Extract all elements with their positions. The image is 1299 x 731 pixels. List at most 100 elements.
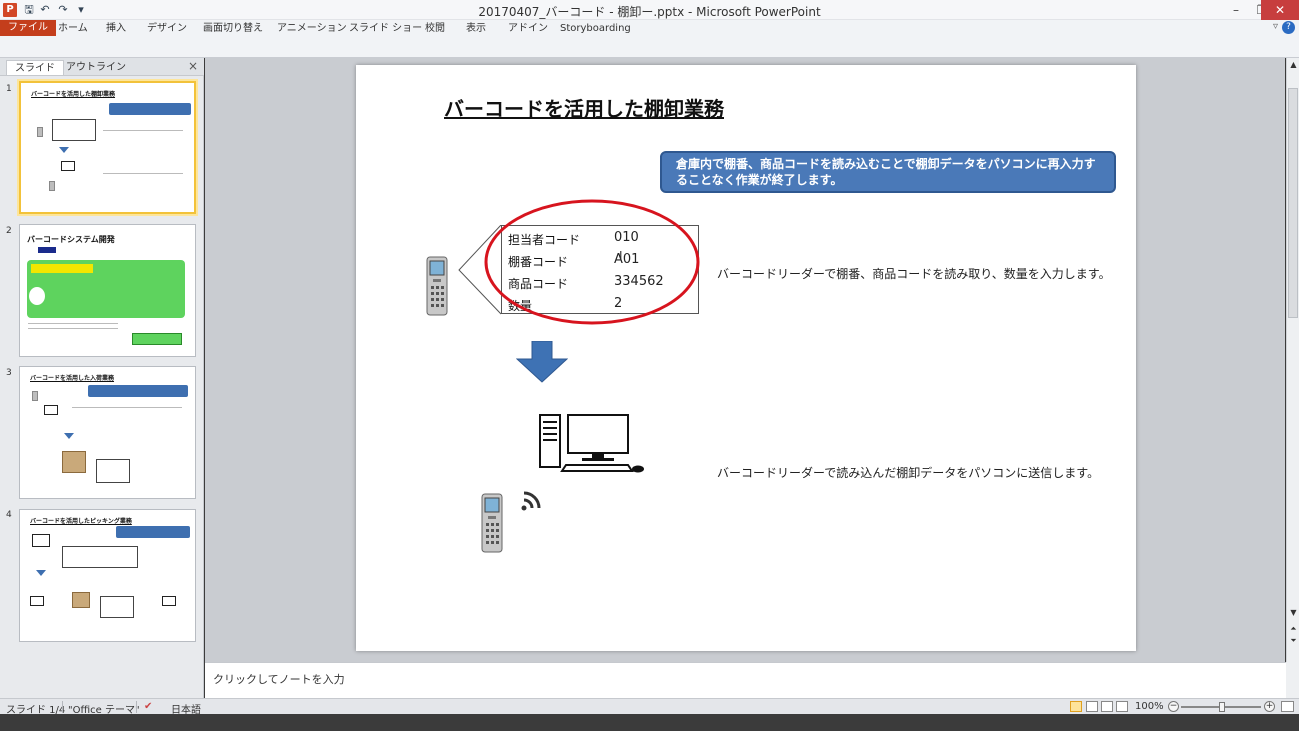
next-slide-icon[interactable]: ⏷ <box>1288 636 1299 646</box>
callout-box[interactable]: 倉庫内で棚番、商品コードを読み込むことで棚卸データをパソコンに再入力することなく… <box>660 151 1116 193</box>
view-reading-button[interactable] <box>1101 701 1113 712</box>
slide-canvas[interactable]: バーコードを活用した棚卸業務 倉庫内で棚番、商品コードを読み込むことで棚卸データ… <box>356 65 1136 651</box>
thumbnail-number: 2 <box>6 226 12 236</box>
notes-placeholder[interactable]: クリックしてノートを入力 <box>213 671 345 687</box>
thumbnail-text-line <box>72 407 182 408</box>
window-title: 20170407_バーコード - 棚卸ー.pptx - Microsoft Po… <box>478 5 821 19</box>
thumbnail-callout <box>116 526 190 538</box>
thumbnail-title: バーコードを活用したピッキング業務 <box>30 518 132 525</box>
description-scan[interactable]: バーコードリーダーで棚番、商品コードを読み取り、数量を入力します。 <box>717 265 1111 282</box>
proofing-icon[interactable]: ✔ <box>144 701 152 712</box>
tab-animations[interactable]: アニメーション <box>277 21 347 36</box>
thumbnail-table <box>96 459 130 483</box>
status-separator <box>136 701 137 713</box>
barcode-scanner-icon[interactable] <box>424 256 450 316</box>
status-bar: スライド 1/4 "Office テーマ" ✔ 日本語 100% − + <box>0 698 1299 716</box>
thumbnail-title: バーコードを活用した棚卸業務 <box>31 91 116 98</box>
title-bar: P 🖫 ↶ ↷ ▾ 20170407_バーコード - 棚卸ー.pptx - Mi… <box>0 0 1299 20</box>
box-icon <box>72 592 90 608</box>
slide-title[interactable]: バーコードを活用した棚卸業務 <box>444 93 724 122</box>
computer-icon <box>32 534 50 547</box>
panel-close-icon[interactable]: × <box>188 59 198 73</box>
thumbnail-callout <box>88 385 188 397</box>
tab-view[interactable]: 表示 <box>466 21 486 36</box>
thumbnail-text-line <box>103 173 183 174</box>
vertical-scrollbar[interactable]: ▲ ▼ ⏶ ⏷ <box>1286 58 1299 662</box>
company-logo-icon <box>38 247 56 253</box>
tab-file[interactable]: ファイル <box>0 20 56 36</box>
notes-scrollbar[interactable] <box>1286 662 1299 698</box>
computer-icon <box>44 405 58 415</box>
down-arrow-icon <box>64 433 74 439</box>
slide-editing-area: バーコードを活用した棚卸業務 倉庫内で棚番、商品コードを読み込むことで棚卸データ… <box>205 58 1285 662</box>
tab-home[interactable]: ホーム <box>58 21 88 36</box>
slide-thumbnail-3[interactable]: バーコードを活用した入荷業務 <box>19 366 196 499</box>
view-sorter-button[interactable] <box>1086 701 1098 712</box>
thumbnail-number: 1 <box>6 84 12 94</box>
box-icon <box>62 451 86 473</box>
tab-slideshow[interactable]: スライド ショー <box>349 21 422 36</box>
zoom-out-button[interactable]: − <box>1168 701 1179 712</box>
view-normal-button[interactable] <box>1070 701 1082 712</box>
person-icon <box>29 287 45 305</box>
zoom-level[interactable]: 100% <box>1135 701 1164 712</box>
tab-insert[interactable]: 挿入 <box>106 21 126 36</box>
tab-storyboarding[interactable]: Storyboarding <box>560 21 631 36</box>
powerpoint-window: P 🖫 ↶ ↷ ▾ 20170407_バーコード - 棚卸ー.pptx - Mi… <box>0 0 1299 731</box>
computer-icon <box>30 596 44 606</box>
fit-to-window-button[interactable] <box>1281 701 1294 712</box>
thumbnail-text-line <box>28 328 118 329</box>
tab-addins[interactable]: アドイン <box>508 21 548 36</box>
barcode-scanner-icon[interactable] <box>479 493 505 553</box>
notes-pane[interactable]: クリックしてノートを入力 <box>205 662 1286 698</box>
tab-outline[interactable]: アウトライン <box>58 60 134 75</box>
computer-icon <box>162 596 176 606</box>
tab-design[interactable]: デザイン <box>147 21 187 36</box>
scanner-icon <box>49 181 55 191</box>
thumbnail-table <box>100 596 134 618</box>
status-separator <box>62 701 63 713</box>
thumbnail-text-line <box>103 130 183 131</box>
previous-slide-icon[interactable]: ⏶ <box>1288 624 1299 634</box>
description-send[interactable]: バーコードリーダーで読み込んだ棚卸データをパソコンに送信します。 <box>717 464 1099 481</box>
tab-transitions[interactable]: 画面切り替え <box>203 21 263 36</box>
tab-slides[interactable]: スライド <box>6 60 64 75</box>
scroll-up-icon[interactable]: ▲ <box>1288 60 1299 69</box>
ribbon: ファイル ホーム 挿入 デザイン 画面切り替え アニメーション スライド ショー… <box>0 20 1299 58</box>
ribbon-collapse-icon[interactable]: ▿ <box>1273 21 1278 32</box>
thumbnail-callout <box>109 103 191 115</box>
slide-thumbnail-2[interactable]: バーコードシステム開発 <box>19 224 196 357</box>
computer-icon <box>61 161 75 171</box>
down-arrow-icon <box>59 147 69 153</box>
desktop-band <box>0 714 1299 731</box>
tab-review[interactable]: 校閲 <box>425 21 445 36</box>
thumbnail-table <box>52 119 96 141</box>
thumbnail-button <box>132 333 182 345</box>
minimize-button[interactable]: – <box>1222 0 1250 20</box>
thumbnail-title: バーコードシステム開発 <box>27 235 115 244</box>
thumbnail-number: 4 <box>6 510 12 520</box>
slide-thumbnail-panel: スライド アウトライン × 1 バーコードを活用した棚卸業務 2 バーコードシス… <box>0 58 204 698</box>
scroll-down-icon[interactable]: ▼ <box>1288 608 1299 617</box>
wireless-signal-icon[interactable] <box>521 485 547 511</box>
down-arrow-icon <box>36 570 46 576</box>
red-highlight-ellipse[interactable] <box>482 197 702 327</box>
ribbon-controls: ▿? <box>1273 21 1295 34</box>
close-button[interactable]: ✕ <box>1261 0 1299 20</box>
thumbnail-text-line <box>28 323 118 324</box>
thumbnail-number: 3 <box>6 368 12 378</box>
help-icon[interactable]: ? <box>1282 21 1295 34</box>
thumbnail-highlight <box>31 264 93 273</box>
slide-thumbnail-1[interactable]: バーコードを活用した棚卸業務 <box>19 81 196 214</box>
zoom-slider-handle[interactable] <box>1219 702 1225 712</box>
down-arrow-icon[interactable] <box>516 341 568 383</box>
computer-icon[interactable] <box>536 413 648 475</box>
scrollbar-thumb[interactable] <box>1288 88 1298 318</box>
scanner-icon <box>37 127 43 137</box>
ribbon-tabs: ファイル ホーム 挿入 デザイン 画面切り替え アニメーション スライド ショー… <box>0 20 1299 36</box>
thumbnail-title: バーコードを活用した入荷業務 <box>30 375 115 382</box>
zoom-in-button[interactable]: + <box>1264 701 1275 712</box>
slide-thumbnail-4[interactable]: バーコードを活用したピッキング業務 <box>19 509 196 642</box>
view-slideshow-button[interactable] <box>1116 701 1128 712</box>
panel-tabs: スライド アウトライン × <box>0 58 204 76</box>
